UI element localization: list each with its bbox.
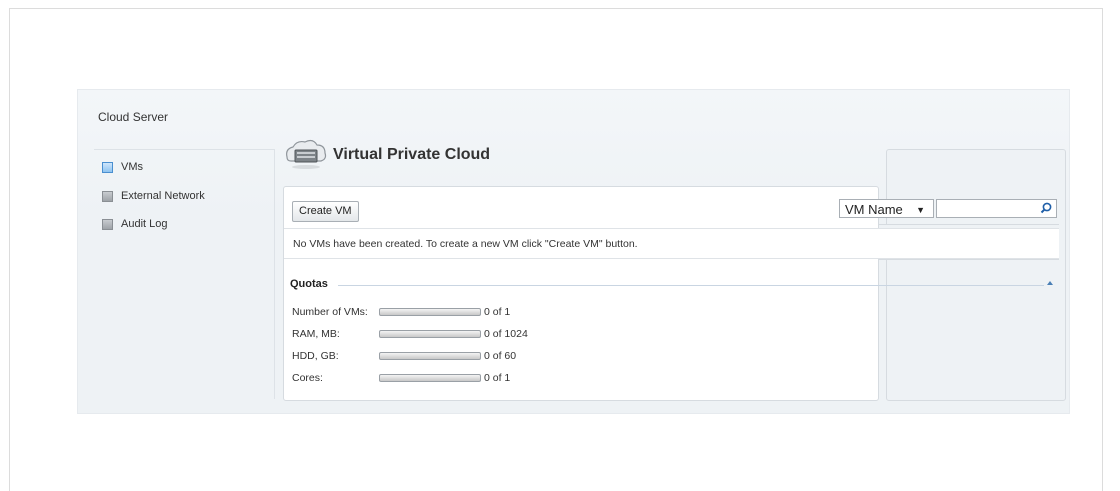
quotas-heading: Quotas [290, 278, 334, 290]
quota-progress-bar [379, 308, 481, 316]
search-icon [1040, 202, 1052, 214]
vm-content-box: Create VM No VMs have been created. To c… [283, 186, 1059, 401]
sidebar-item-label: VMs [121, 161, 143, 173]
quota-label: Cores: [292, 372, 323, 384]
nav-square-icon [102, 161, 113, 173]
search-field-selected: VM Name [845, 202, 903, 217]
create-vm-button[interactable]: Create VM [292, 201, 359, 222]
modal-dialog: Cloud Server VMs External Network Audit … [9, 8, 1103, 491]
quota-label: Number of VMs: [292, 306, 368, 318]
sidebar-item-vms[interactable]: VMs [102, 159, 143, 175]
quota-progress-bar [379, 330, 481, 338]
quota-progress-bar [379, 352, 481, 360]
sidebar-item-external-network[interactable]: External Network [102, 188, 205, 204]
quota-row: Cores: 0 of 1 [292, 371, 510, 385]
panel-header: Cloud Server [98, 110, 169, 124]
nav-square-icon [102, 218, 113, 230]
quota-row: HDD, GB: 0 of 60 [292, 349, 516, 363]
quota-value: 0 of 1024 [484, 328, 528, 340]
dropdown-caret-icon: ▼ [916, 205, 925, 215]
quota-value: 0 of 1 [484, 306, 511, 318]
quota-value: 0 of 1 [484, 372, 511, 384]
search-button[interactable] [1037, 199, 1057, 218]
sidebar: VMs External Network Audit Log [94, 149, 275, 399]
empty-vm-message: No VMs have been created. To create a ne… [284, 228, 1059, 259]
sidebar-item-audit-log[interactable]: Audit Log [102, 216, 167, 232]
collapse-up-icon[interactable] [1047, 281, 1053, 285]
quota-label: HDD, GB: [292, 350, 339, 362]
quota-divider [338, 285, 1044, 286]
page-section-title: Virtual Private Cloud [333, 146, 491, 163]
right-panel [886, 149, 1066, 401]
quota-progress-bar [379, 374, 481, 382]
cloud-server-icon [286, 139, 327, 169]
search-field-select[interactable]: VM Name ▼ [839, 199, 934, 218]
sidebar-item-label: Audit Log [121, 218, 168, 230]
nav-square-icon [102, 190, 113, 202]
cloud-server-panel: Cloud Server VMs External Network Audit … [77, 89, 1070, 414]
quota-label: RAM, MB: [292, 328, 340, 340]
search-input[interactable] [936, 199, 1038, 218]
page-title [74, 0, 334, 4]
quota-row: RAM, MB: 0 of 1024 [292, 327, 528, 341]
quota-value: 0 of 60 [484, 350, 517, 362]
sidebar-item-label: External Network [121, 190, 205, 202]
quota-row: Number of VMs: 0 of 1 [292, 305, 510, 319]
